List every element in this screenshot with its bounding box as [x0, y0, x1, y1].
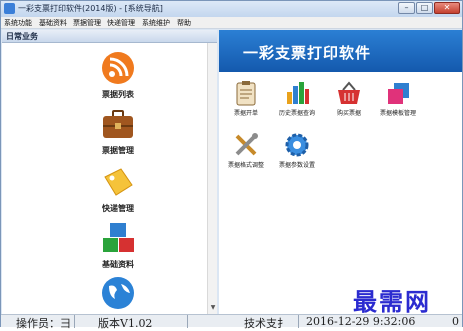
menu-basic-data[interactable]: 基础资料	[39, 18, 67, 28]
panel-header: 日常业务	[2, 30, 217, 43]
nav-bill-manage[interactable]: 票据管理	[88, 107, 148, 156]
minimize-button[interactable]: –	[398, 2, 415, 14]
menu-help[interactable]: 帮助	[177, 18, 191, 28]
fn-label: 购买票据	[336, 110, 361, 117]
clipboard-icon	[233, 80, 259, 106]
fn-label: 票据开单	[233, 110, 258, 117]
status-support: 技术支扌	[244, 317, 288, 330]
panel-header-label: 日常业务	[6, 32, 38, 41]
main-window: 一彩支票打印软件(2014版) - [系统导航] – □ ✕ 系统功能 基础资料…	[0, 0, 463, 330]
bar-chart-icon	[284, 80, 310, 106]
nav-globe[interactable]	[88, 276, 148, 310]
app-icon	[4, 3, 15, 14]
maximize-button[interactable]: □	[416, 2, 433, 14]
nav-express-manage[interactable]: 快递管理	[88, 165, 148, 214]
tag-icon	[101, 165, 135, 199]
window-title: 一彩支票打印软件(2014版) - [系统导航]	[18, 4, 163, 13]
nav-bill-list[interactable]: 票据列表	[88, 51, 148, 100]
function-panel: 一彩支票打印软件 票据开单 历史票据查询 购买票据 票据模板管理 票据格式调整 …	[219, 30, 462, 314]
basket-icon	[336, 80, 362, 106]
fn-buy-bills[interactable]: 购买票据	[323, 80, 375, 117]
briefcase-icon	[101, 107, 135, 141]
menu-maintenance[interactable]: 系统维护	[142, 18, 170, 28]
scroll-down-icon[interactable]: ▼	[209, 304, 217, 312]
menu-bar: 系统功能 基础资料 票据管理 快递管理 系统维护 帮助	[1, 17, 462, 29]
fn-label: 票据参数设置	[278, 162, 315, 169]
status-separator	[298, 315, 299, 328]
menu-system[interactable]: 系统功能	[4, 18, 32, 28]
menu-express-manage[interactable]: 快递管理	[107, 18, 135, 28]
rss-icon	[101, 51, 135, 85]
watermark: 最需网	[353, 287, 431, 316]
fn-label: 票据模板管理	[379, 110, 416, 117]
fn-history-query[interactable]: 历史票据查询	[271, 80, 323, 117]
fn-template-manage[interactable]: 票据模板管理	[372, 80, 424, 117]
banner: 一彩支票打印软件	[219, 30, 462, 72]
status-separator	[74, 315, 75, 328]
status-extra: 0	[452, 315, 459, 328]
globe-icon	[101, 276, 135, 310]
fn-param-settings[interactable]: 票据参数设置	[271, 132, 323, 169]
vertical-scrollbar[interactable]: ▼	[207, 43, 217, 314]
status-separator	[187, 315, 188, 328]
fn-label: 票据格式调整	[227, 162, 264, 169]
nav-label: 票据列表	[102, 90, 134, 99]
status-operator: 操作员：⺕	[16, 317, 71, 330]
template-icon	[385, 80, 411, 106]
blocks-icon	[101, 221, 135, 255]
nav-basic-data[interactable]: 基础资料	[88, 221, 148, 270]
title-bar: 一彩支票打印软件(2014版) - [系统导航] – □ ✕	[1, 1, 462, 17]
gear-icon	[284, 132, 310, 158]
daily-business-panel: 日常业务 票据列表 票据管理 快递管理 基础资料 ▼	[2, 30, 217, 314]
fn-format-adjust[interactable]: 票据格式调整	[220, 132, 272, 169]
nav-label: 基础资料	[102, 260, 134, 269]
nav-label: 快递管理	[102, 204, 134, 213]
status-version: 版本V1.02	[98, 317, 153, 330]
nav-label: 票据管理	[102, 146, 134, 155]
menu-bill-manage[interactable]: 票据管理	[73, 18, 101, 28]
banner-title: 一彩支票打印软件	[243, 44, 372, 62]
fn-bill-issue[interactable]: 票据开单	[220, 80, 272, 117]
close-button[interactable]: ✕	[434, 2, 460, 14]
tools-icon	[233, 132, 259, 158]
fn-label: 历史票据查询	[278, 110, 315, 117]
